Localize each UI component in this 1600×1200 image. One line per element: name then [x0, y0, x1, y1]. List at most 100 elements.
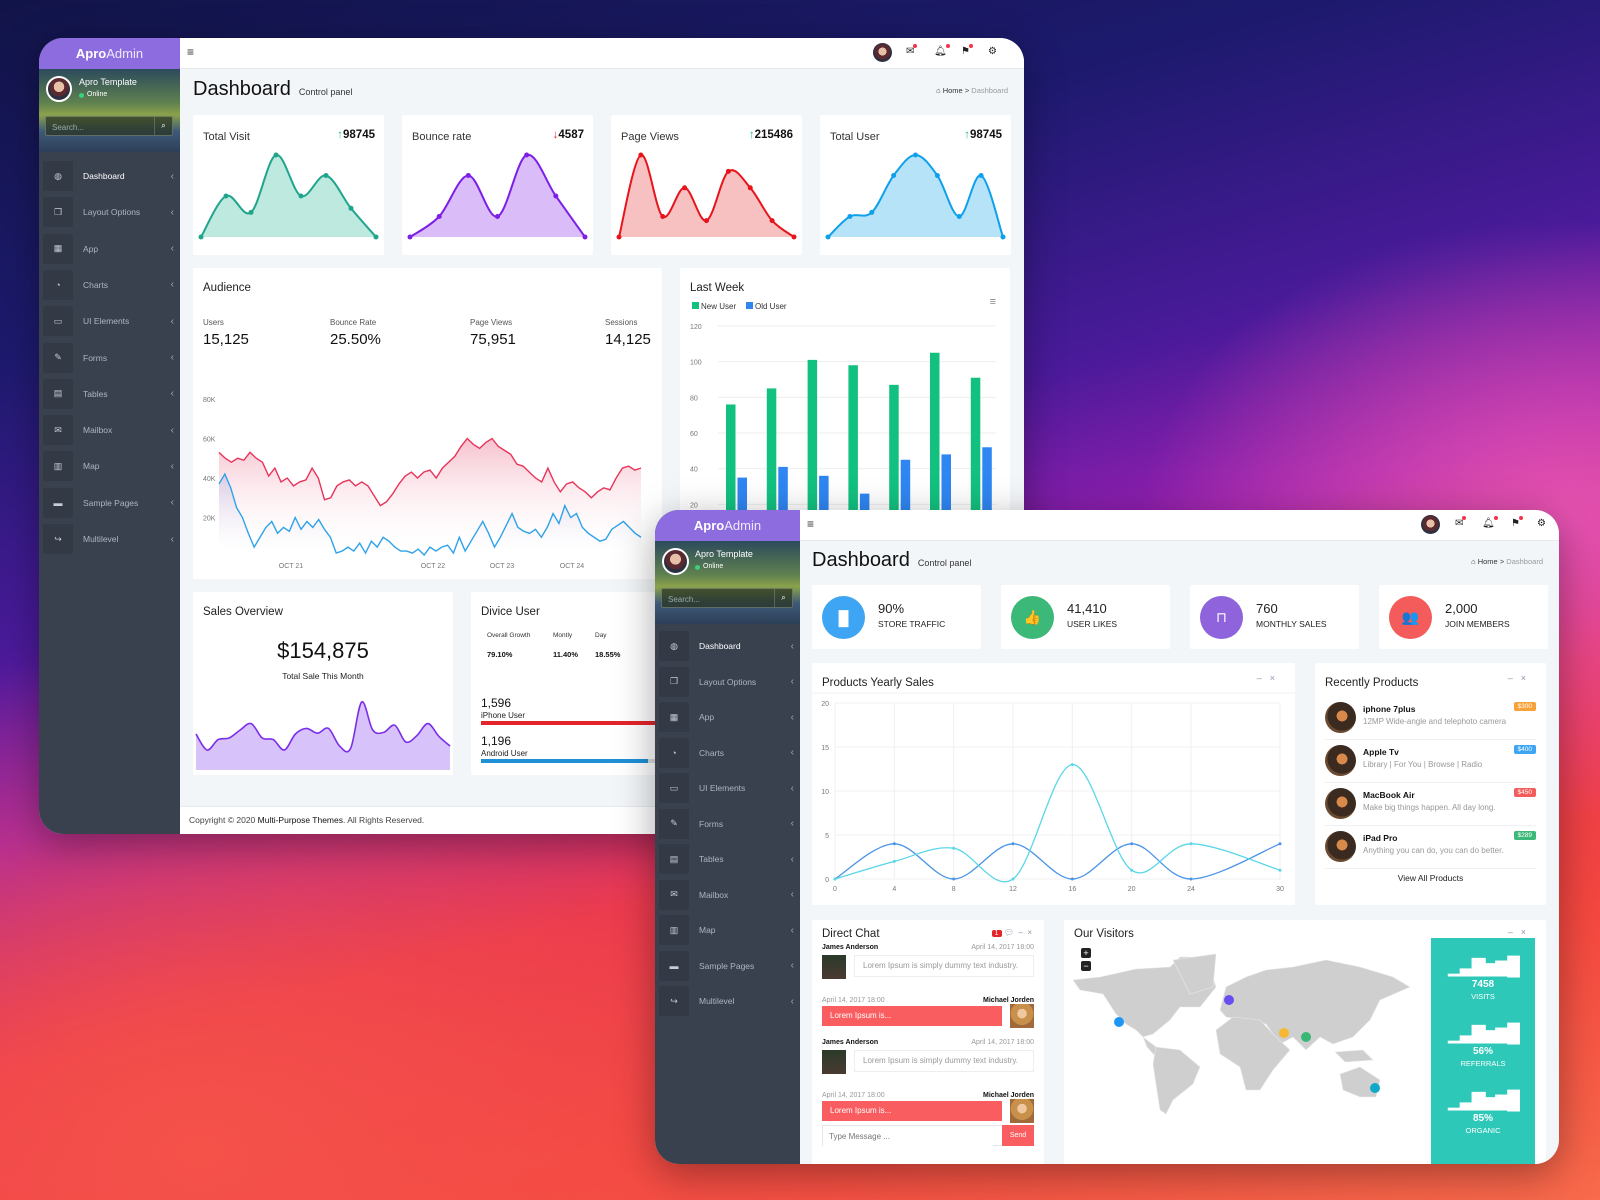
sidebar-item-dashboard[interactable]: ◍ Dashboard ‹ [659, 631, 794, 661]
gear-icon[interactable]: ⚙ [1537, 518, 1546, 529]
bell-icon[interactable]: 🔔︎ [934, 44, 950, 57]
sparkline-point [582, 234, 588, 240]
product-item[interactable]: iPad Pro Anything you can do, you can do … [1325, 829, 1536, 869]
sender-avatar [822, 955, 846, 979]
sidebar-item-dashboard[interactable]: ◍ Dashboard ‹ [43, 161, 174, 191]
gear-icon[interactable]: ⚙ [988, 46, 997, 57]
sparkline-point [978, 173, 984, 178]
folder-icon: ▬ [659, 950, 689, 981]
minimize-icon[interactable]: – [1508, 673, 1521, 683]
chat-icon[interactable]: 💬︎ [1004, 928, 1014, 937]
visitor-stat: ▁▃▇▅▆█ 85% ORGANIC [1431, 1090, 1535, 1135]
close-icon[interactable]: × [1521, 927, 1534, 937]
hamburger-menu-icon[interactable]: ≡ [807, 517, 814, 531]
sidebar-item-label: App [83, 243, 99, 254]
chevron-left-icon: ‹ [170, 424, 174, 436]
logo[interactable]: AproAdmin [39, 38, 180, 69]
laptop-icon: ▭ [659, 773, 689, 803]
logo[interactable]: AproAdmin [655, 510, 800, 541]
chevron-left-icon: ‹ [170, 533, 174, 545]
breadcrumb-home[interactable]: Home [943, 86, 963, 95]
sidebar: AproAdmin Apro Template Online ⌕ ◍ Dashbo… [655, 510, 800, 1164]
flag-icon[interactable]: ⚑ [1511, 516, 1523, 529]
series-line [834, 763, 1281, 883]
stat-card-bounce-rate: Bounce rate ↓4587 [402, 115, 593, 255]
message-input[interactable] [823, 1127, 993, 1146]
sidebar-item-mailbox[interactable]: ✉ Mailbox ‹ [659, 879, 794, 910]
search-icon[interactable]: ⌕ [774, 589, 792, 607]
search-icon[interactable]: ⌕ [154, 117, 172, 135]
flag-icon[interactable]: ⚑ [961, 44, 973, 57]
sidebar-item-layout-options[interactable]: ❐ Layout Options ‹ [43, 197, 174, 228]
info-box-store-traffic: ▐▌ 90% STORE TRAFFIC [812, 585, 981, 649]
shopping-bag-icon: ⊓ [1200, 596, 1243, 639]
sparkline-point [495, 214, 500, 219]
breadcrumb-home[interactable]: Home [1478, 557, 1498, 566]
message-time: April 14, 2017 18:00 [822, 1092, 885, 1099]
company-link[interactable]: Multi-Purpose Themes [258, 815, 343, 825]
sidebar-item-charts[interactable]: ◔ Charts ‹ [659, 737, 794, 768]
send-button[interactable]: Send [1002, 1125, 1034, 1146]
x-tick-label: OCT 23 [490, 563, 514, 570]
progress-fill [481, 759, 649, 763]
landmass [1152, 1046, 1201, 1115]
avatar[interactable] [46, 76, 72, 102]
sidebar-item-tables[interactable]: ▤ Tables ‹ [659, 844, 794, 874]
sparkline-point [223, 193, 229, 199]
legend-label: Old User [755, 302, 787, 311]
sidebar-item-app[interactable]: ▦ App ‹ [659, 702, 794, 732]
data-point [1278, 868, 1282, 872]
y-tick-label: 120 [690, 324, 702, 331]
product-item[interactable]: Apple Tv Library | For You | Browse | Rad… [1325, 743, 1536, 783]
user-avatar[interactable] [873, 43, 892, 62]
sidebar-item-forms[interactable]: ✎ Forms ‹ [43, 342, 174, 373]
sidebar-item-tables[interactable]: ▤ Tables ‹ [43, 378, 174, 409]
visitor-stat: ▁▃▇▅▆█ 56% REFERRALS [1431, 1023, 1535, 1068]
user-profile: Apro Template Online ⌕ [39, 69, 180, 152]
sidebar-item-map[interactable]: ▥ Map ‹ [659, 915, 794, 945]
user-avatar[interactable] [1421, 515, 1440, 534]
device-count: 1,196 [481, 734, 512, 748]
y-tick-label: 10 [821, 789, 829, 796]
sidebar-item-forms[interactable]: ✎ Forms ‹ [659, 808, 794, 839]
stat-card-total-visit: Total Visit ↑98745 [193, 115, 384, 255]
envelope-icon[interactable]: ✉ [906, 44, 918, 57]
sidebar-item-ui-elements[interactable]: ▭ UI Elements ‹ [659, 773, 794, 803]
close-icon[interactable]: × [1027, 928, 1032, 937]
breadcrumb: ⌂ Home > Dashboard [936, 86, 1008, 95]
chevron-left-icon: ‹ [790, 782, 794, 794]
x-tick-label: 30 [1276, 886, 1284, 893]
legend-swatch [692, 302, 699, 309]
sidebar-item-map[interactable]: ▥ Map ‹ [43, 451, 174, 482]
sidebar-item-label: Forms [83, 352, 108, 363]
envelope-icon[interactable]: ✉ [1455, 516, 1467, 529]
sidebar-item-sample-pages[interactable]: ▬ Sample Pages ‹ [659, 950, 794, 981]
sidebar-item-mailbox[interactable]: ✉ Mailbox ‹ [43, 415, 174, 446]
product-item[interactable]: iphone 7plus 12MP Wide-angle and telephot… [1325, 700, 1536, 740]
sidebar-item-label: Charts [699, 747, 725, 758]
sidebar-item-app[interactable]: ▦ App ‹ [43, 233, 174, 264]
product-image [1325, 831, 1356, 862]
chevron-left-icon: ‹ [790, 960, 794, 971]
sidebar-item-label: Map [699, 925, 716, 935]
avatar[interactable] [662, 548, 689, 575]
world-map[interactable] [1072, 952, 1413, 1117]
close-icon[interactable]: × [1521, 673, 1534, 683]
sidebar-item-charts[interactable]: ◔ Charts ‹ [43, 269, 174, 300]
info-value: 90% [878, 601, 905, 616]
bell-icon[interactable]: 🔔︎ [1482, 516, 1498, 529]
sidebar-item-layout-options[interactable]: ❐ Layout Options ‹ [659, 666, 794, 697]
product-item[interactable]: MacBook Air Make big things happen. All d… [1325, 786, 1536, 826]
view-all-products-link[interactable]: View All Products [1315, 873, 1546, 883]
sidebar-item-sample-pages[interactable]: ▬ Sample Pages ‹ [43, 487, 174, 518]
sidebar-item-multilevel[interactable]: ↪ Multilevel ‹ [659, 986, 794, 1016]
sidebar-item-multilevel[interactable]: ↪ Multilevel ‹ [43, 524, 174, 554]
hamburger-menu-icon[interactable]: ≡ [187, 45, 194, 59]
logo-light: Admin [724, 518, 762, 533]
minimize-icon[interactable]: – [1018, 928, 1022, 937]
x-tick-label: 16 [1068, 886, 1076, 893]
minimize-icon[interactable]: – [1508, 927, 1521, 937]
sidebar-item-ui-elements[interactable]: ▭ UI Elements ‹ [43, 306, 174, 337]
search-input[interactable] [662, 590, 792, 609]
growth-value: 11.40% [553, 650, 579, 659]
